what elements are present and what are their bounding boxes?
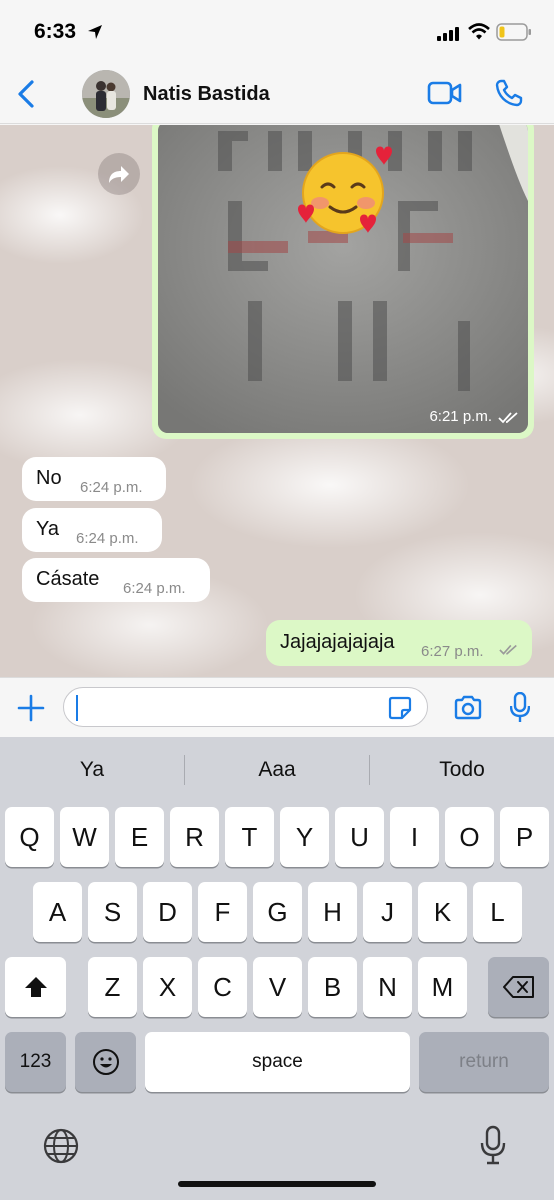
key[interactable]: Y bbox=[280, 807, 329, 867]
avatar[interactable] bbox=[82, 70, 130, 118]
key[interactable]: K bbox=[418, 882, 467, 942]
chevron-left-icon[interactable] bbox=[14, 79, 40, 109]
key[interactable]: U bbox=[335, 807, 384, 867]
globe-icon[interactable] bbox=[42, 1127, 80, 1165]
key[interactable]: H bbox=[308, 882, 357, 942]
double-check-icon bbox=[499, 644, 517, 655]
home-indicator[interactable] bbox=[178, 1181, 376, 1187]
contact-name[interactable]: Natis Bastida bbox=[143, 83, 270, 106]
sticker-icon[interactable] bbox=[388, 696, 412, 720]
suggestion-item[interactable]: Aaa bbox=[185, 737, 369, 803]
message-time: 6:24 p.m. bbox=[123, 580, 186, 597]
outgoing-message[interactable]: Jajajajajajaja 6:27 p.m. bbox=[266, 620, 532, 666]
key[interactable]: A bbox=[33, 882, 82, 942]
backspace-icon bbox=[502, 976, 534, 998]
key[interactable]: R bbox=[170, 807, 219, 867]
key[interactable]: P bbox=[500, 807, 549, 867]
key[interactable]: I bbox=[390, 807, 439, 867]
message-time: 6:21 p.m. bbox=[429, 408, 492, 425]
message-text: Cásate bbox=[36, 568, 100, 590]
key[interactable]: C bbox=[198, 957, 247, 1017]
message-text: No bbox=[36, 467, 62, 489]
phone-icon[interactable] bbox=[494, 78, 524, 108]
message-text: Ya bbox=[36, 518, 59, 540]
key[interactable]: O bbox=[445, 807, 494, 867]
camera-icon[interactable] bbox=[453, 695, 483, 721]
microphone-icon[interactable] bbox=[480, 1125, 506, 1165]
image-message[interactable]: 6:21 p.m. bbox=[152, 125, 534, 439]
message-composer bbox=[0, 677, 554, 737]
key[interactable]: N bbox=[363, 957, 412, 1017]
incoming-message[interactable]: Cásate 6:24 p.m. bbox=[22, 558, 210, 602]
status-time: 6:33 bbox=[34, 20, 77, 43]
message-time: 6:24 p.m. bbox=[76, 530, 139, 547]
key[interactable]: J bbox=[363, 882, 412, 942]
key[interactable]: S bbox=[88, 882, 137, 942]
space-key[interactable]: space bbox=[145, 1032, 410, 1092]
incoming-message[interactable]: No 6:24 p.m. bbox=[22, 457, 166, 501]
forward-icon[interactable] bbox=[98, 153, 140, 195]
status-bar: 6:33 bbox=[0, 0, 554, 64]
keyboard: Ya Aaa Todo Q W E R T Y U I O P A S D F … bbox=[0, 737, 554, 1200]
key[interactable]: Z bbox=[88, 957, 137, 1017]
return-key[interactable]: return bbox=[419, 1032, 549, 1092]
message-text: Jajajajajajaja bbox=[280, 631, 395, 653]
backspace-key[interactable] bbox=[488, 957, 549, 1017]
key[interactable]: D bbox=[143, 882, 192, 942]
double-check-icon bbox=[498, 412, 518, 424]
chat-area[interactable]: 6:21 p.m. No 6:24 p.m. Ya 6:24 p.m. Cása… bbox=[0, 125, 554, 677]
shift-icon bbox=[24, 977, 47, 997]
key[interactable]: Q bbox=[5, 807, 54, 867]
key[interactable]: G bbox=[253, 882, 302, 942]
emoji-icon bbox=[92, 1049, 119, 1075]
chat-header: Natis Bastida bbox=[0, 64, 554, 124]
microphone-icon[interactable] bbox=[510, 692, 530, 724]
text-cursor bbox=[76, 695, 78, 721]
shift-key[interactable] bbox=[5, 957, 66, 1017]
message-time: 6:24 p.m. bbox=[80, 479, 143, 496]
key[interactable]: X bbox=[143, 957, 192, 1017]
location-arrow-icon bbox=[88, 25, 102, 39]
suggestion-item[interactable]: Todo bbox=[370, 737, 554, 803]
suggestion-item[interactable]: Ya bbox=[0, 737, 184, 803]
message-time: 6:27 p.m. bbox=[421, 643, 484, 660]
key[interactable]: E bbox=[115, 807, 164, 867]
key[interactable]: B bbox=[308, 957, 357, 1017]
battery-icon bbox=[496, 23, 531, 41]
emoji-key[interactable] bbox=[75, 1032, 136, 1092]
video-camera-icon[interactable] bbox=[427, 80, 463, 106]
key[interactable]: V bbox=[253, 957, 302, 1017]
key[interactable]: F bbox=[198, 882, 247, 942]
plus-icon[interactable] bbox=[16, 693, 46, 723]
key[interactable]: W bbox=[60, 807, 109, 867]
incoming-message[interactable]: Ya 6:24 p.m. bbox=[22, 508, 162, 552]
signal-icon bbox=[437, 27, 459, 41]
key[interactable]: T bbox=[225, 807, 274, 867]
wifi-icon bbox=[468, 23, 490, 40]
numbers-key[interactable]: 123 bbox=[5, 1032, 66, 1092]
key[interactable]: M bbox=[418, 957, 467, 1017]
shared-photo[interactable]: 6:21 p.m. bbox=[158, 125, 528, 433]
suggestion-bar: Ya Aaa Todo bbox=[0, 737, 554, 803]
message-input[interactable] bbox=[63, 687, 428, 727]
key[interactable]: L bbox=[473, 882, 522, 942]
